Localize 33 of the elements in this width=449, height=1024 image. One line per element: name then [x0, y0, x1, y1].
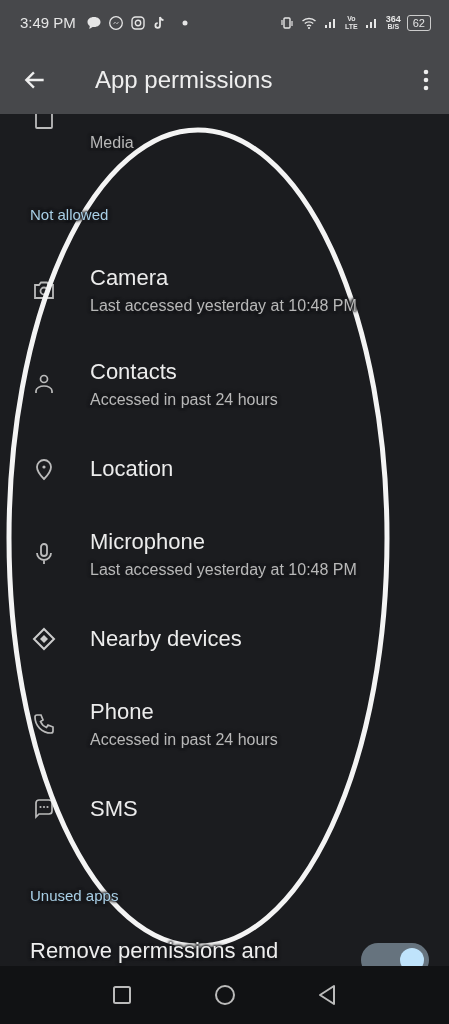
- chat-icon: [32, 797, 56, 821]
- network-speed: 364: [385, 14, 401, 23]
- vibrate-icon: [279, 14, 295, 31]
- permission-subtitle: Accessed in past 24 hours: [90, 391, 278, 409]
- permission-title: Nearby devices: [90, 626, 242, 652]
- permission-item[interactable]: Location: [0, 431, 449, 507]
- more-options-icon[interactable]: [423, 67, 429, 92]
- permission-title: Phone: [90, 699, 155, 725]
- setting-title: Remove permissions and: [30, 938, 280, 964]
- permission-subtitle: Last accessed yesterday at 10:48 PM: [90, 561, 357, 579]
- chat-bubble-icon: [85, 14, 102, 31]
- permission-item[interactable]: Nearby devices: [0, 601, 449, 677]
- page-title: App permissions: [95, 65, 274, 94]
- notification-dot-icon: [181, 19, 188, 26]
- permission-title: Camera: [90, 265, 170, 291]
- messenger-bolt-icon: [107, 14, 124, 31]
- home-circle-icon[interactable]: [212, 983, 237, 1007]
- permission-subtitle: Media: [90, 134, 134, 152]
- diamond-icon: [32, 627, 56, 651]
- battery-indicator: 62: [406, 14, 431, 31]
- permission-title: Microphone: [90, 529, 206, 555]
- phone-icon: [32, 712, 56, 736]
- permission-subtitle: Accessed in past 24 hours: [90, 731, 278, 749]
- camera-glyph-icon: [129, 14, 146, 31]
- status-time: 3:49 PM: [20, 14, 76, 31]
- person-icon: [32, 372, 56, 396]
- permission-item[interactable]: SMS: [0, 771, 449, 847]
- permission-title: Contacts: [90, 359, 178, 385]
- permission-item[interactable]: Microphone Last accessed yesterday at 10:48 PM: [0, 507, 449, 601]
- permission-item[interactable]: Phone Accessed in past 24 hours: [0, 677, 449, 771]
- permission-title: SMS: [90, 796, 138, 822]
- permission-item[interactable]: Contacts Accessed in past 24 hours: [0, 337, 449, 431]
- permission-title: Location: [90, 456, 174, 482]
